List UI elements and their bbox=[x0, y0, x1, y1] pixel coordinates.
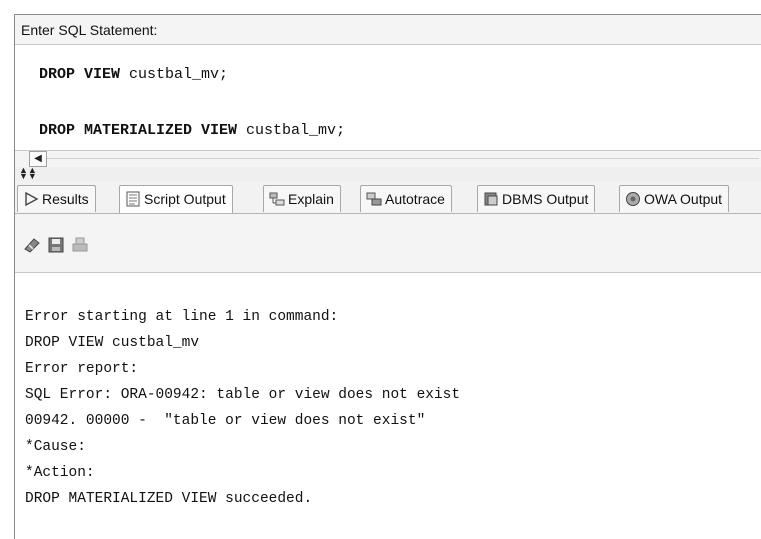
output-line: DROP VIEW custbal_mv bbox=[25, 335, 200, 351]
tab-label: OWA Output bbox=[644, 191, 723, 207]
output-toolbar bbox=[15, 214, 761, 273]
tab-results[interactable]: Results bbox=[17, 185, 96, 212]
output-tabs: Results Script Output Explain Autotrace … bbox=[15, 181, 761, 214]
tab-label: DBMS Output bbox=[502, 191, 589, 207]
sql-text: custbal_mv; bbox=[237, 122, 346, 139]
output-line: *Cause: bbox=[25, 439, 86, 455]
dbms-output-icon bbox=[484, 192, 498, 206]
tab-label: Script Output bbox=[144, 191, 226, 207]
output-line: SQL Error: ORA-00942: table or view does… bbox=[25, 387, 461, 403]
tab-explain[interactable]: Explain bbox=[263, 185, 341, 212]
tab-autotrace[interactable]: Autotrace bbox=[360, 185, 452, 212]
script-output-pane: Error starting at line 1 in command: DRO… bbox=[15, 273, 761, 539]
sql-line-1[interactable]: DROP VIEW custbal_mv; bbox=[39, 66, 228, 83]
sql-editor[interactable]: DROP VIEW custbal_mv; DROP MATERIALIZED … bbox=[15, 46, 761, 150]
explain-plan-icon bbox=[269, 192, 285, 206]
tab-label: Autotrace bbox=[385, 191, 445, 207]
output-line: Error starting at line 1 in command: bbox=[25, 309, 339, 325]
scrollbar-track[interactable] bbox=[47, 158, 759, 159]
save-icon[interactable] bbox=[47, 236, 65, 254]
panel-splitter[interactable]: ▲▲ ▼▼ bbox=[15, 166, 761, 181]
owa-output-icon bbox=[626, 192, 640, 206]
sql-keyword: DROP MATERIALIZED VIEW bbox=[39, 122, 238, 139]
tab-label: Results bbox=[42, 191, 89, 207]
tab-label: Explain bbox=[288, 191, 334, 207]
tab-dbms-output[interactable]: DBMS Output bbox=[477, 185, 596, 212]
script-output-icon bbox=[126, 191, 140, 207]
play-arrow-icon bbox=[25, 191, 39, 207]
sql-text: custbal_mv; bbox=[120, 66, 229, 83]
output-line: *Action: bbox=[25, 465, 95, 481]
tab-script-output[interactable]: Script Output bbox=[119, 185, 233, 213]
tab-owa-output[interactable]: OWA Output bbox=[619, 185, 730, 212]
horizontal-scrollbar[interactable]: ◀ bbox=[15, 150, 761, 167]
sql-worksheet: Enter SQL Statement: DROP VIEW custbal_m… bbox=[14, 14, 761, 539]
sql-statement-label: Enter SQL Statement: bbox=[15, 15, 761, 45]
output-line: Error report: bbox=[25, 361, 139, 377]
output-line: 00942. 00000 - "table or view does not e… bbox=[25, 413, 426, 429]
output-line: DROP MATERIALIZED VIEW succeeded. bbox=[25, 491, 313, 507]
print-icon[interactable] bbox=[71, 236, 89, 254]
splitter-arrows-icon[interactable]: ▲▲ ▼▼ bbox=[19, 166, 37, 181]
sql-line-2[interactable]: DROP MATERIALIZED VIEW custbal_mv; bbox=[39, 122, 345, 139]
eraser-icon[interactable] bbox=[23, 236, 41, 254]
autotrace-icon bbox=[366, 192, 382, 206]
sql-keyword: DROP VIEW bbox=[39, 66, 121, 83]
